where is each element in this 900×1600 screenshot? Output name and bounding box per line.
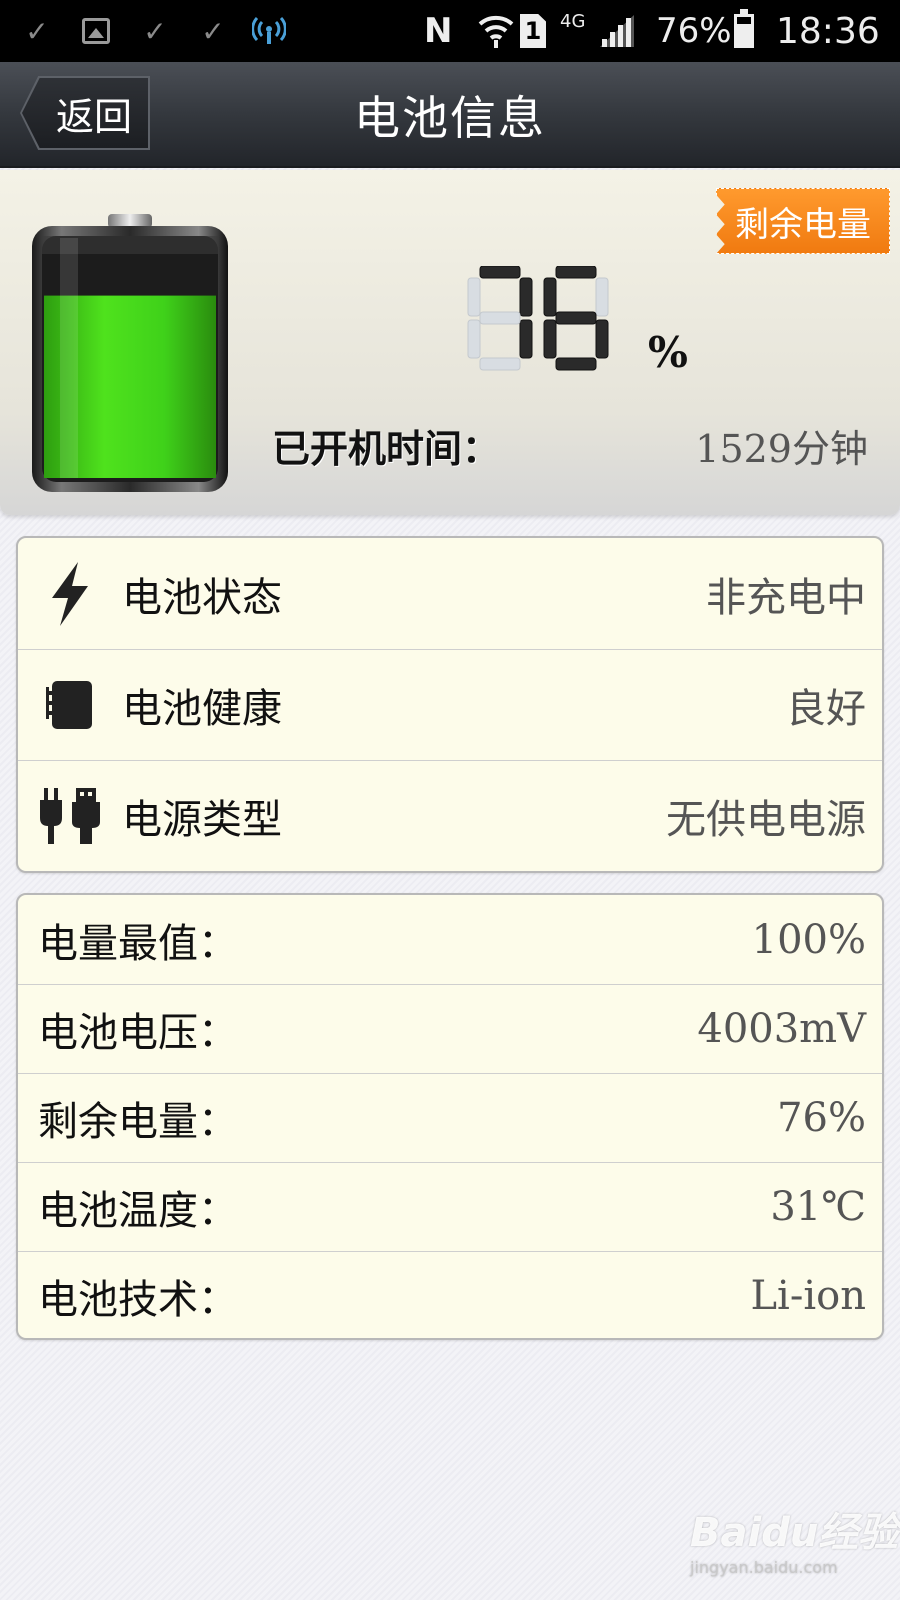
digit-segment	[543, 319, 557, 359]
battery-graphic-icon	[32, 214, 228, 492]
row-value: 31℃	[770, 1184, 866, 1230]
table-row: 电池技术： Li-ion	[18, 1251, 882, 1340]
lightning-icon	[18, 561, 122, 626]
watermark-logo: Baidu经验	[690, 1510, 899, 1556]
row-value: 良好	[786, 686, 866, 732]
digit-segment	[555, 266, 597, 279]
image-icon	[80, 0, 112, 62]
digit-segment	[479, 357, 521, 371]
battery-detail-card: 电量最值： 100% 电池电压： 4003mV 剩余电量： 76% 电池温度： …	[16, 893, 884, 1340]
wifi-icon	[478, 0, 514, 62]
table-row: 电池电压： 4003mV	[18, 984, 882, 1073]
table-row: 电池温度： 31℃	[18, 1162, 882, 1251]
sim-label: 1	[520, 14, 546, 48]
clock: 18:36	[776, 10, 880, 52]
broadcast-icon	[252, 0, 286, 62]
list-item: 电池状态 非充电中	[18, 538, 882, 649]
row-label: 电池状态	[122, 574, 282, 621]
watermark-url: jingyan.baidu.com	[690, 1558, 838, 1577]
row-label: 电池电压：	[38, 1010, 238, 1056]
uptime-value: 1529分钟	[695, 427, 868, 471]
row-value: 无供电电源	[666, 797, 866, 843]
percent-sign: %	[648, 328, 688, 377]
digit-segment	[479, 266, 521, 279]
digit-segment	[519, 319, 533, 359]
sim-icon: 1	[518, 0, 548, 62]
watermark: Baidu经验 jingyan.baidu.com	[690, 1500, 898, 1577]
row-value: 非充电中	[706, 574, 866, 621]
battery-percent-text: 76%	[656, 11, 732, 51]
table-row: 剩余电量： 76%	[18, 1073, 882, 1162]
remaining-tag: 剩余电量	[716, 188, 890, 254]
digit-segment	[543, 277, 557, 317]
list-item: 电源类型 无供电电源	[18, 760, 882, 871]
digit-segment	[519, 277, 533, 317]
digit-segment	[595, 277, 609, 317]
row-label: 剩余电量：	[38, 1099, 238, 1145]
row-value: Li-ion	[750, 1273, 866, 1319]
signal-icon	[600, 0, 636, 62]
row-value: 76%	[777, 1095, 866, 1141]
battery-icon-fill	[737, 23, 751, 45]
network-type-label: 4G	[560, 10, 586, 32]
digit-segment	[479, 311, 521, 325]
battery-icon	[734, 0, 754, 62]
battery-chip-icon	[18, 677, 122, 733]
battery-level-digits	[467, 266, 609, 371]
power-plug-icon	[18, 784, 122, 848]
battery-summary-card: 剩余电量 % 已开机时间： 1529分钟	[0, 170, 900, 515]
row-label: 电量最值：	[38, 920, 238, 967]
check-icon: ✓	[25, 14, 49, 48]
digit-segment	[467, 319, 481, 359]
check-icon: ✓	[201, 14, 225, 48]
list-item: 电池健康 良好	[18, 649, 882, 760]
status-bar: ✓ ✓ ✓ N 1 4G 76% 18:36	[0, 0, 900, 62]
digit-segment	[467, 277, 481, 317]
digit-segment	[555, 311, 597, 325]
row-label: 电池技术：	[38, 1277, 238, 1323]
row-label: 电池健康	[122, 686, 282, 732]
digit-segment	[595, 319, 609, 359]
battery-status-card: 电池状态 非充电中 电池健康 良好 电源类型 无供电电源	[16, 536, 884, 873]
row-value: 100%	[751, 916, 866, 963]
back-button[interactable]: 返回	[22, 78, 148, 148]
row-label: 电池温度：	[38, 1188, 238, 1234]
uptime-label: 已开机时间：	[272, 426, 501, 471]
title-bar: 电池信息 返回	[0, 62, 900, 168]
table-row: 电量最值： 100%	[18, 895, 882, 984]
row-value: 4003mV	[697, 1006, 866, 1052]
nfc-icon: N	[424, 11, 453, 51]
digit-segment	[555, 357, 597, 371]
row-label: 电源类型	[122, 797, 282, 843]
check-icon: ✓	[143, 14, 167, 48]
